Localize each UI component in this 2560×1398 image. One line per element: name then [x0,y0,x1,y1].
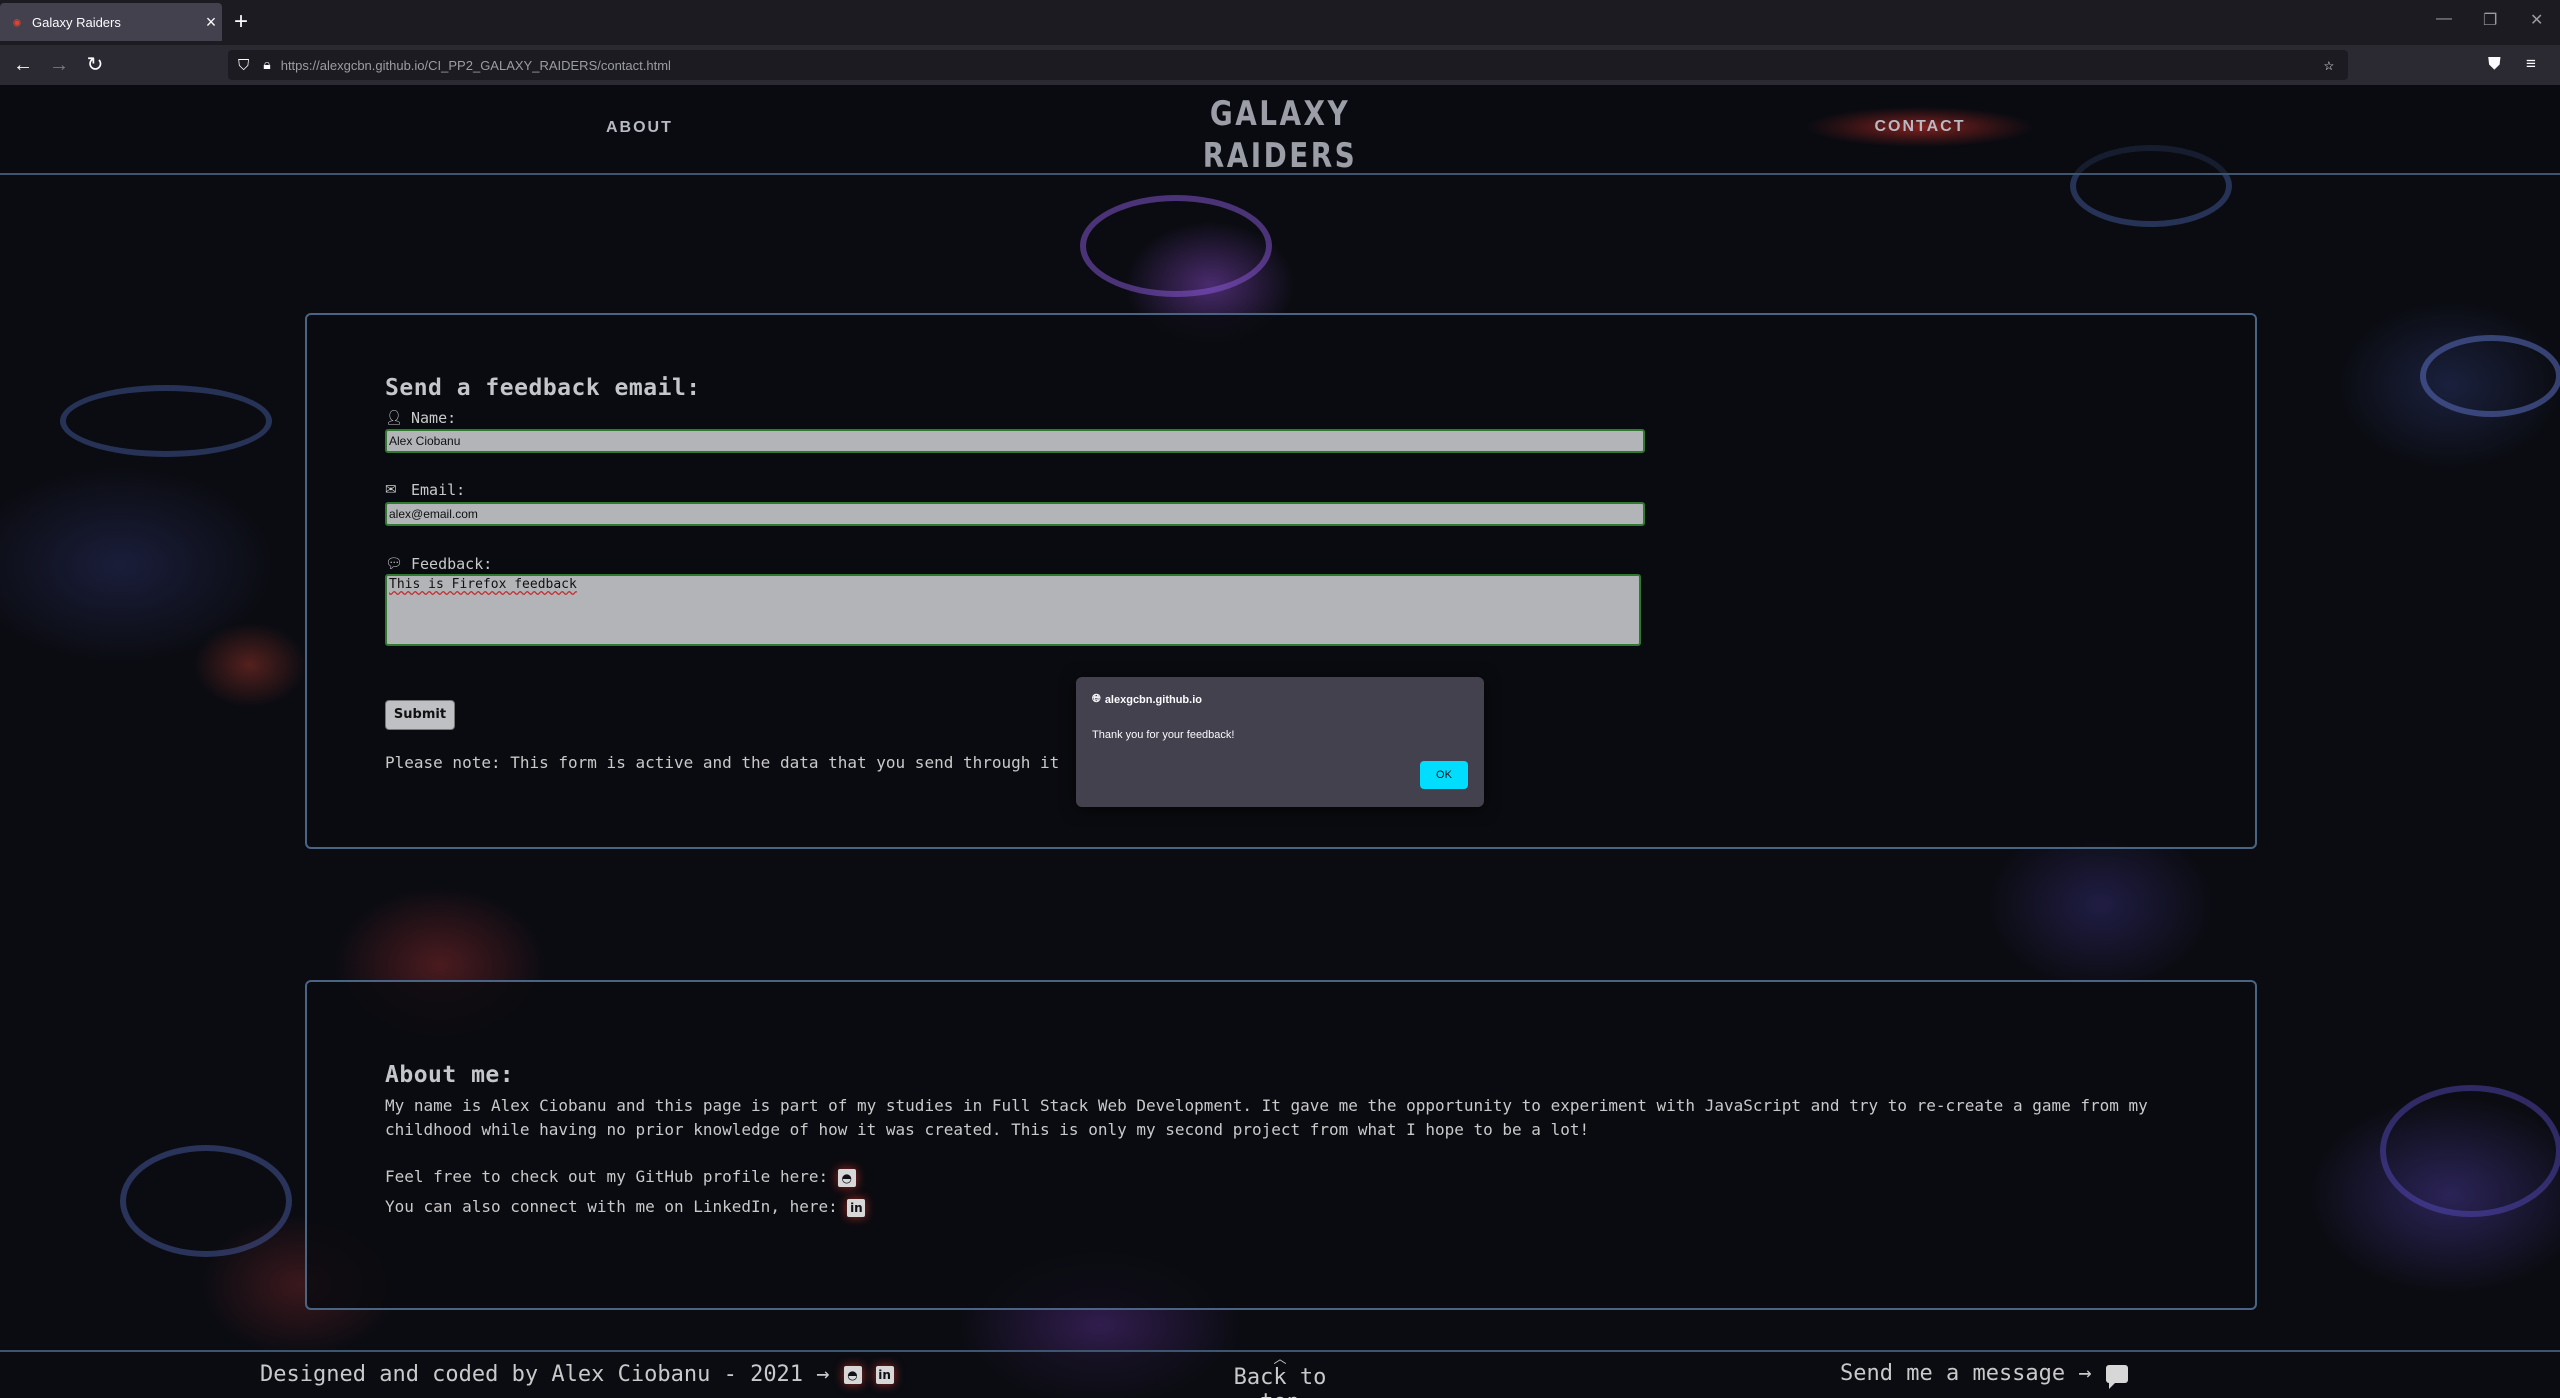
logo-line-1: GALAXY [1209,94,1351,134]
site-footer: Designed and coded by Alex Ciobanu - 202… [0,1350,2560,1398]
email-label-text: Email: [411,481,466,499]
url-path: /CI_PP2_GALAXY_RAIDERS/contact.html [424,57,671,73]
new-tab-button[interactable]: + [234,8,248,36]
nebula-decoration [60,385,272,457]
nebula-decoration [120,1145,292,1257]
reload-icon[interactable]: ↻ [83,53,107,77]
restore-icon[interactable]: ❐ [2483,10,2497,30]
shield-icon[interactable]: ⛉ [238,56,249,74]
name-input[interactable]: Alex Ciobanu [385,429,1645,453]
minimize-icon[interactable]: — [2436,10,2452,28]
user-icon: 👤︎ [385,410,403,426]
bookmark-star-icon[interactable]: ☆ [2324,55,2334,75]
name-label: 👤︎ Name: [385,409,456,427]
linkedin-icon[interactable]: in [875,1365,894,1384]
linkedin-icon[interactable]: in [847,1198,866,1217]
url-host: https://alexgcbn.github.io [280,57,425,73]
linkedin-text: You can also connect with me on LinkedIn… [385,1197,838,1216]
nav-contact-link[interactable]: CONTACT [1806,107,2034,147]
close-window-icon[interactable]: ✕ [2530,10,2543,30]
globe-icon: 🌐︎ [1092,693,1101,705]
feedback-label: 💬︎ Feedback: [385,555,492,573]
tab-title: Galaxy Raiders [32,14,121,30]
send-message-link[interactable]: Send me a message → [1840,1361,2128,1389]
about-paragraph: My name is Alex Ciobanu and this page is… [385,1096,2148,1139]
form-heading: Send a feedback email: [385,375,701,401]
name-label-text: Name: [411,409,457,427]
submit-button[interactable]: Submit [385,700,455,730]
pocket-icon[interactable]: ⛊ [2488,54,2501,74]
nav-about-link[interactable]: ABOUT [606,119,673,137]
dialog-message: Thank you for your feedback! [1092,729,1235,741]
nebula-decoration [2380,1085,2560,1217]
feedback-label-text: Feedback: [411,555,493,573]
dialog-origin-text: alexgcbn.github.io [1104,693,1202,706]
github-icon[interactable]: ◓ [843,1365,862,1384]
chevron-up-icon: ︿ [1273,1352,1287,1367]
linkedin-line: You can also connect with me on LinkedIn… [385,1195,2205,1219]
github-icon[interactable]: ◓ [837,1168,856,1187]
site-favicon-icon: ◉ [13,15,21,29]
logo-line-2: RAIDERS [1202,136,1358,176]
browser-tab[interactable]: ◉ Galaxy Raiders × [0,3,222,41]
forward-icon[interactable]: → [47,53,71,77]
send-message-text: Send me a message → [1840,1361,2092,1386]
back-to-top-link[interactable]: ︿ Back to top [1210,1352,1350,1398]
footer-credit-text: Designed and coded by Alex Ciobanu - 202… [260,1362,830,1387]
browser-toolbar: ← → ↻ ⛉ 🔒︎ https://alexgcbn.github.io/CI… [0,45,2560,85]
back-to-top-text: Back to top [1233,1365,1327,1398]
footer-credit: Designed and coded by Alex Ciobanu - 202… [260,1362,894,1387]
address-bar[interactable]: ⛉ 🔒︎ https://alexgcbn.github.io/CI_PP2_G… [228,50,2348,80]
back-icon[interactable]: ← [11,53,35,77]
email-label: ✉ Email: [385,481,465,499]
menu-icon[interactable]: ≡ [2526,54,2536,74]
url-text[interactable]: https://alexgcbn.github.io/CI_PP2_GALAXY… [281,58,671,73]
dialog-origin: 🌐︎ alexgcbn.github.io [1092,693,1202,706]
ok-button[interactable]: OK [1420,761,1468,789]
github-line: Feel free to check out my GitHub profile… [385,1165,2205,1189]
feedback-textarea[interactable]: This is Firefox feedback [385,574,1641,646]
close-tab-icon[interactable]: × [200,12,222,33]
about-panel: About me: My name is Alex Ciobanu and th… [305,980,2257,1310]
feedback-text: This is Firefox feedback [389,577,577,592]
email-input[interactable]: alex@email.com [385,502,1645,526]
form-note: Please note: This form is active and the… [385,753,1060,772]
github-text: Feel free to check out my GitHub profile… [385,1167,829,1186]
alert-dialog: 🌐︎ alexgcbn.github.io Thank you for your… [1076,677,1484,807]
chat-icon [2105,1364,2128,1389]
browser-tab-bar: ◉ Galaxy Raiders × + — ❐ ✕ [0,0,2560,45]
site-header: ABOUT GALAXY RAIDERS CONTACT [0,85,2560,177]
nebula-decoration [1080,195,1272,297]
about-heading: About me: [385,1062,515,1088]
nebula-decoration [2420,335,2560,417]
comment-icon: 💬︎ [385,556,403,572]
site-logo[interactable]: GALAXY RAIDERS [1198,93,1362,177]
lock-icon[interactable]: 🔒︎ [263,57,270,73]
envelope-icon: ✉ [385,482,397,498]
